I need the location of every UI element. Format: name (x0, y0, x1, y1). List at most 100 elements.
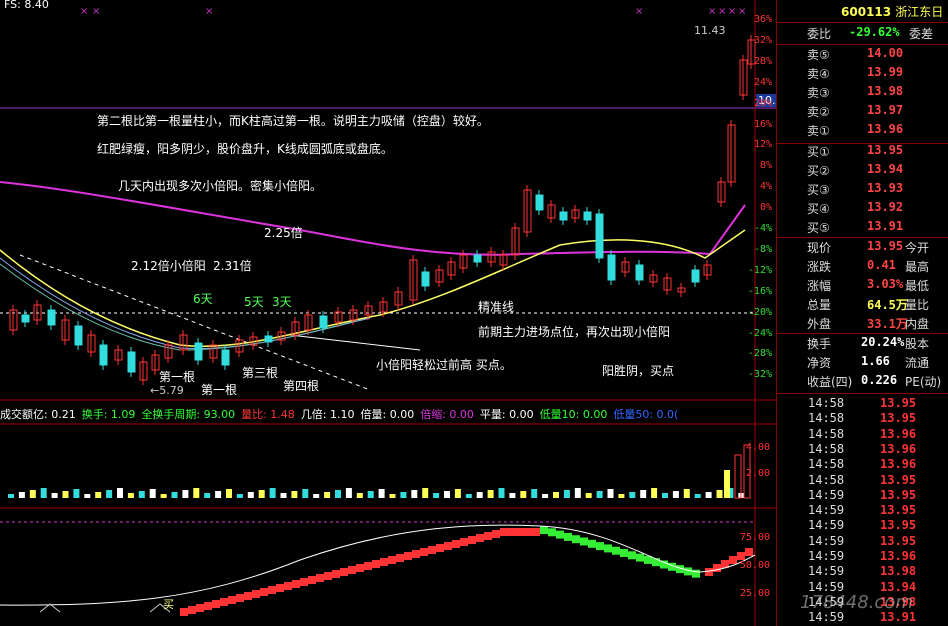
top-marker: × (80, 6, 88, 17)
osc-step (252, 590, 260, 598)
stat-row: 现价 13.95 今开 (777, 239, 948, 257)
volume-bar (378, 489, 385, 498)
stat2-row: 收益(四) 0.226 PE(动) (777, 373, 948, 391)
osc-step (332, 570, 340, 578)
tick-time: 14:59 (808, 549, 845, 563)
volume-bar (487, 490, 494, 498)
osc-step (348, 566, 356, 574)
percent-axis-label: -12% (747, 264, 772, 276)
osc-step (284, 582, 292, 590)
volume-bar (171, 492, 178, 498)
candle-body (607, 254, 616, 281)
kline-chart-svg: × × × × × × × × (0, 0, 776, 626)
vol-axis-4: 4.00 (745, 442, 770, 453)
vol-axis-2: 2.00 (745, 468, 770, 479)
indicator-item: 平量: 0.00 (479, 408, 534, 421)
volume-bar (574, 488, 581, 498)
volume-bar (226, 489, 232, 498)
osc-step (196, 604, 204, 612)
annotation-6days: 6天 (193, 292, 213, 306)
volume-bar (335, 490, 341, 498)
osc-step (308, 576, 316, 584)
volume-bar (705, 492, 712, 498)
volume-bar (400, 492, 407, 498)
percent-axis-label: 8% (759, 160, 772, 172)
kline-chart-area[interactable]: × × × × × × × × FS: 8.40 第二根比第一根量柱小，而K柱高过第一根。说明… (0, 0, 792, 626)
osc-step (572, 535, 580, 544)
volume-bar (444, 491, 450, 498)
osc-step (556, 530, 564, 539)
stock-code: 600113 (841, 5, 892, 19)
annotation-first2: 第一根 (201, 383, 238, 397)
volume-bar (389, 494, 396, 498)
candle-body (691, 269, 700, 283)
osc-step (404, 552, 412, 560)
volume-bar (324, 492, 331, 498)
osc-step (436, 544, 444, 552)
volume-bar (84, 494, 91, 498)
osc-step (220, 598, 228, 606)
annotation-5days: 5天 (244, 295, 264, 309)
osc-step (705, 568, 713, 576)
volume-bar (193, 488, 200, 498)
indicator-item: 几倍: 1.10 (300, 408, 355, 421)
stat-value: 33.1万 (867, 317, 908, 331)
buy-mark: 买 (163, 598, 174, 611)
osc-step (372, 560, 380, 568)
buy-order-value: 13.91 (867, 219, 904, 233)
osc-step (588, 539, 596, 548)
sell-order-label: 卖④ (807, 67, 830, 81)
stat-row: 涨跌 0.41 最高 (777, 258, 948, 276)
stat-right: 最低 (905, 279, 930, 293)
volume-bar (215, 491, 222, 498)
candle-body (221, 349, 230, 366)
buy-order-label: 买③ (807, 183, 830, 197)
osc-step (604, 544, 612, 553)
weibi-value: -29.62% (849, 25, 900, 39)
osc-step (460, 538, 468, 546)
candle-body (473, 254, 482, 263)
sell-order-value: 13.96 (867, 122, 904, 136)
indicator-item: 量比: 1.48 (241, 408, 295, 421)
osc-step (684, 567, 692, 576)
tick-time: 14:59 (808, 564, 845, 579)
stat-row: 涨幅 3.03% 最低 (777, 277, 948, 295)
stat2-right: PE(动) (905, 375, 942, 389)
stat-value: 0.41 (867, 258, 896, 272)
arrow-line (289, 334, 421, 351)
stat2-row: 换手 20.24% 股本 (777, 335, 948, 353)
volume-bar (509, 493, 516, 498)
buy-order-row: 买⑤ 13.91 (777, 219, 948, 237)
stat-value: 3.03% (867, 277, 904, 291)
stat2-row: 净资 1.66 流通 (777, 354, 948, 372)
volume-bar (651, 488, 658, 498)
stat-row: 总量 64.5万 量比 (777, 296, 948, 314)
osc-step (316, 574, 324, 582)
osc-step (524, 528, 532, 536)
percent-axis-label: 16% (753, 118, 772, 130)
volume-bar (454, 489, 461, 498)
buy-order-value: 13.93 (867, 181, 904, 195)
osc-step (580, 537, 588, 546)
osc-step (268, 586, 276, 594)
volume-bar (291, 491, 298, 498)
stat-label: 涨幅 (807, 279, 832, 293)
volume-bar (607, 489, 614, 498)
osc-step (204, 602, 212, 610)
candle-body (535, 194, 544, 211)
percent-axis-label: 12% (753, 139, 772, 151)
osc-step (452, 540, 460, 548)
stat-right: 内盘 (905, 317, 930, 331)
weibi-label: 委比 (807, 27, 832, 41)
osc-step (745, 548, 753, 556)
osc-step (492, 530, 500, 538)
osc-axis-25: 25.00 (739, 588, 770, 599)
volume-bar (433, 493, 440, 498)
osc-step (444, 542, 452, 550)
percent-axis-label: 20% (753, 97, 772, 109)
osc-step (420, 548, 428, 556)
volume-bar-big (724, 470, 730, 498)
volume-bar (422, 488, 429, 498)
volume-bar (106, 490, 113, 498)
tick-price: 13.96 (880, 549, 917, 563)
